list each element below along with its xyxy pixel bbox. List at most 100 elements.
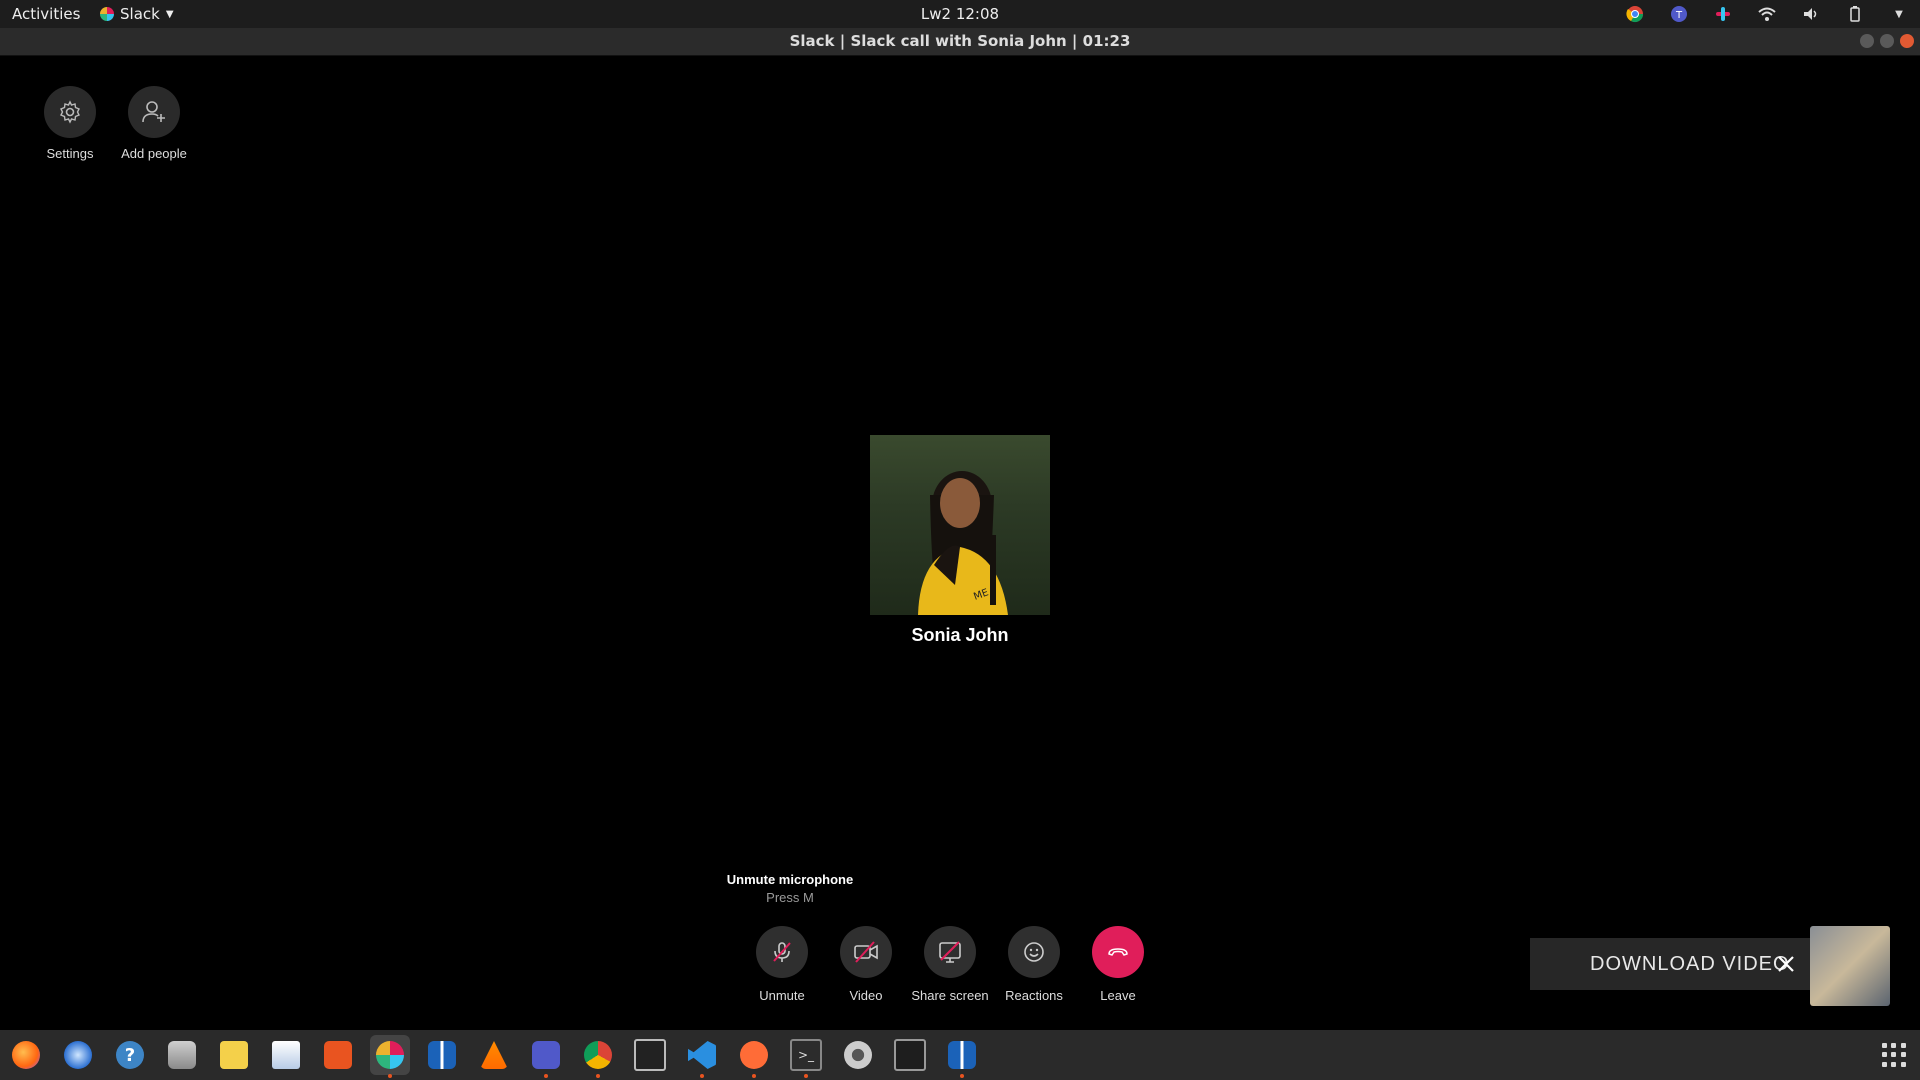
chrome-icon bbox=[584, 1041, 612, 1069]
writer-icon bbox=[272, 1041, 300, 1069]
monitor-icon bbox=[894, 1039, 926, 1071]
reactions-button[interactable] bbox=[1008, 926, 1060, 978]
reactions-control[interactable]: Reactions bbox=[989, 926, 1079, 1003]
system-menu-chevron-icon[interactable]: ▼ bbox=[1888, 3, 1910, 25]
dock-monitor[interactable] bbox=[890, 1035, 930, 1075]
reactions-label: Reactions bbox=[1005, 988, 1063, 1003]
leave-label: Leave bbox=[1100, 988, 1136, 1003]
maximize-button[interactable] bbox=[1880, 34, 1894, 48]
dock-postman[interactable] bbox=[734, 1035, 774, 1078]
download-video-label[interactable]: DOWNLOAD VIDEO bbox=[1590, 953, 1790, 976]
share-screen-label: Share screen bbox=[911, 988, 989, 1003]
activities-button[interactable]: Activities bbox=[12, 5, 80, 23]
running-indicator bbox=[700, 1074, 704, 1078]
show-applications-icon[interactable] bbox=[1882, 1043, 1906, 1067]
window-title-bar[interactable]: Slack | Slack call with Sonia John | 01:… bbox=[0, 28, 1920, 56]
dock-writer[interactable] bbox=[266, 1035, 306, 1075]
running-indicator bbox=[752, 1074, 756, 1078]
app-menu[interactable]: Slack ▼ bbox=[100, 5, 174, 23]
running-indicator bbox=[388, 1074, 392, 1078]
add-people-label: Add people bbox=[121, 146, 187, 161]
dock-remmina[interactable] bbox=[422, 1035, 462, 1075]
call-controls: Unmute Video Share screen Reactions Leav… bbox=[750, 926, 1150, 1003]
postman-icon bbox=[740, 1041, 768, 1069]
running-indicator bbox=[544, 1074, 548, 1078]
microphone-muted-icon bbox=[773, 942, 791, 962]
dock-software[interactable] bbox=[318, 1035, 358, 1075]
smiley-icon bbox=[1024, 942, 1044, 962]
video-thumbnail[interactable] bbox=[1810, 926, 1890, 1006]
dock-terminal[interactable]: >_ bbox=[786, 1035, 826, 1078]
caller-avatar: ME bbox=[870, 435, 1050, 615]
dock-files[interactable] bbox=[162, 1035, 202, 1075]
chrome-tray-icon[interactable] bbox=[1624, 3, 1646, 25]
close-banner-button[interactable] bbox=[1772, 950, 1800, 978]
video-off-icon bbox=[854, 941, 878, 963]
wifi-icon[interactable] bbox=[1756, 3, 1778, 25]
volume-icon[interactable] bbox=[1800, 3, 1822, 25]
window-controls bbox=[1860, 34, 1914, 48]
add-people-button[interactable] bbox=[128, 86, 180, 138]
running-indicator bbox=[960, 1074, 964, 1078]
system-monitor-icon bbox=[634, 1039, 666, 1071]
thunderbird-icon bbox=[64, 1041, 92, 1069]
app-menu-label: Slack bbox=[120, 5, 160, 23]
unmute-control[interactable]: Unmute bbox=[750, 926, 814, 1003]
slack-icon bbox=[100, 7, 114, 21]
running-indicator bbox=[596, 1074, 600, 1078]
video-label: Video bbox=[849, 988, 883, 1003]
hang-up-icon bbox=[1108, 948, 1128, 956]
dock-chrome[interactable] bbox=[578, 1035, 618, 1078]
dock-thunderbird[interactable] bbox=[58, 1035, 98, 1075]
unmute-tooltip: Unmute microphone Press M bbox=[690, 872, 890, 905]
settings-button[interactable] bbox=[44, 86, 96, 138]
remmina-icon bbox=[428, 1041, 456, 1069]
unmute-label: Unmute bbox=[759, 988, 805, 1003]
settings-control[interactable]: Settings bbox=[25, 86, 115, 161]
taskbar: ? >_ bbox=[0, 1030, 1920, 1080]
slack-tray-icon[interactable] bbox=[1712, 3, 1734, 25]
unmute-button[interactable] bbox=[756, 926, 808, 978]
add-person-icon bbox=[142, 101, 165, 123]
tooltip-title: Unmute microphone bbox=[726, 872, 854, 887]
share-screen-off-icon bbox=[939, 941, 961, 963]
remmina2-icon bbox=[948, 1041, 976, 1069]
teams-tray-icon[interactable]: T bbox=[1668, 3, 1690, 25]
help-icon: ? bbox=[116, 1041, 144, 1069]
dock: ? >_ bbox=[6, 1035, 982, 1078]
caller-name: Sonia John bbox=[911, 625, 1009, 645]
teams-icon bbox=[532, 1041, 560, 1069]
dock-rhythmbox[interactable] bbox=[214, 1035, 254, 1075]
software-icon bbox=[324, 1041, 352, 1069]
dock-vscode[interactable] bbox=[682, 1035, 722, 1078]
share-screen-button[interactable] bbox=[924, 926, 976, 978]
dock-settings[interactable] bbox=[838, 1035, 878, 1075]
dock-slack[interactable] bbox=[370, 1035, 410, 1078]
caller-avatar-image: ME bbox=[918, 471, 1008, 615]
vscode-icon bbox=[688, 1041, 716, 1069]
dock-vlc[interactable] bbox=[474, 1035, 514, 1075]
system-top-bar: Activities Slack ▼ Lw2 12:08 T ▼ bbox=[0, 0, 1920, 28]
video-control[interactable]: Video bbox=[834, 926, 898, 1003]
gear-icon bbox=[60, 100, 80, 124]
dock-help[interactable]: ? bbox=[110, 1035, 150, 1075]
leave-control[interactable]: Leave bbox=[1086, 926, 1150, 1003]
vlc-icon bbox=[480, 1041, 508, 1069]
close-window-button[interactable] bbox=[1900, 34, 1914, 48]
chevron-down-icon: ▼ bbox=[165, 8, 174, 20]
system-tray: T ▼ bbox=[1624, 3, 1910, 25]
download-video-banner[interactable]: DOWNLOAD VIDEO bbox=[1530, 938, 1810, 990]
share-screen-control[interactable]: Share screen bbox=[905, 926, 995, 1003]
battery-icon[interactable] bbox=[1844, 3, 1866, 25]
dock-firefox[interactable] bbox=[6, 1035, 46, 1075]
dock-teams[interactable] bbox=[526, 1035, 566, 1078]
dock-remmina-2[interactable] bbox=[942, 1035, 982, 1078]
svg-text:T: T bbox=[1675, 10, 1683, 21]
leave-button[interactable] bbox=[1092, 926, 1144, 978]
files-icon bbox=[168, 1041, 196, 1069]
dock-system-monitor[interactable] bbox=[630, 1035, 670, 1075]
minimize-button[interactable] bbox=[1860, 34, 1874, 48]
settings-icon bbox=[844, 1041, 872, 1069]
add-people-control[interactable]: Add people bbox=[109, 86, 199, 161]
video-button[interactable] bbox=[840, 926, 892, 978]
